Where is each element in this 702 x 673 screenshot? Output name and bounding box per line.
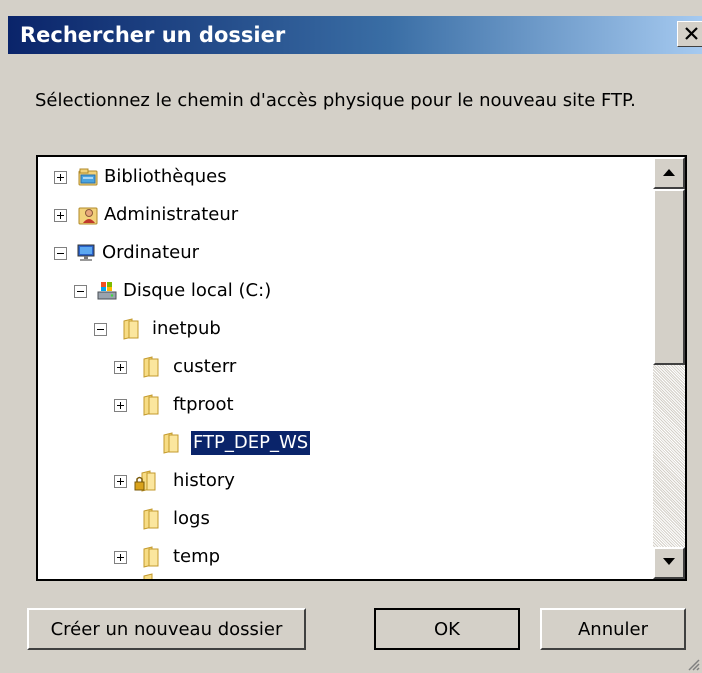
expand-plus-icon[interactable] [114,399,127,412]
tree-item-label: Ordinateur [102,242,200,263]
tree-item-temp[interactable]: temp [38,541,638,575]
tree-item-label-selected: FTP_DEP_WS [191,431,311,455]
user-folder-icon [78,207,98,225]
expand-plus-icon[interactable] [54,171,67,184]
ok-button[interactable]: OK [374,608,520,650]
tree-item-inetpub[interactable]: inetpub [38,313,638,347]
cancel-button[interactable]: Annuler [540,608,686,650]
expand-plus-icon[interactable] [54,209,67,222]
folder-tree-view[interactable]: Bibliothèques Administrateur Ordinateur … [36,155,687,581]
tree-item-ftproot[interactable]: ftproot [38,389,638,423]
browse-folder-dialog: Rechercher un dossier Sélectionnez le ch… [0,0,702,673]
dialog-title: Rechercher un dossier [20,23,286,47]
libraries-icon [78,168,98,186]
tree-item-label: logs [173,508,210,529]
scrollbar-thumb[interactable] [653,189,685,365]
collapse-minus-icon[interactable] [54,247,67,260]
tree-item-label: Disque local (C:) [123,280,272,301]
folder-icon [143,508,159,530]
collapse-minus-icon[interactable] [74,285,87,298]
collapse-minus-icon[interactable] [94,323,107,336]
new-folder-button[interactable]: Créer un nouveau dossier [27,608,306,650]
resize-grip-icon[interactable] [686,657,700,671]
arrow-up-icon [663,169,675,176]
instruction-text: Sélectionnez le chemin d'accès physique … [35,90,636,111]
expand-plus-icon[interactable] [114,361,127,374]
tree-item-label: custerr [173,356,237,377]
expand-plus-icon[interactable] [114,551,127,564]
scroll-up-button[interactable] [653,157,685,189]
folder-icon [143,356,159,378]
local-disk-icon [97,282,117,300]
tree-item-label: ftproot [173,394,234,415]
folder-icon [163,432,179,454]
tree-item-label: history [173,470,235,491]
tree-item-disque-local[interactable]: Disque local (C:) [38,275,638,309]
close-button[interactable] [677,21,702,47]
tree-item-administrateur[interactable]: Administrateur [38,199,638,233]
window-top-edge [0,0,702,16]
tree-item-label: Administrateur [104,204,239,225]
vertical-scrollbar[interactable] [653,157,685,579]
tree-item-custerr[interactable]: custerr [38,351,638,385]
tree-item-ordinateur[interactable]: Ordinateur [38,237,638,271]
arrow-down-icon [663,558,675,565]
tree-item-label: temp [173,546,221,567]
folder-icon [143,546,159,568]
expand-plus-icon[interactable] [114,475,127,488]
tree-item-label: Bibliothèques [104,166,227,187]
title-bar[interactable]: Rechercher un dossier [8,16,702,54]
tree-item-ftp-dep-ws[interactable]: FTP_DEP_WS [38,427,638,461]
computer-icon [77,244,95,261]
folder-icon [143,573,153,579]
tree-item-history[interactable]: history [38,465,638,499]
tree-item-logs[interactable]: logs [38,503,638,537]
locked-folder-icon [134,470,156,492]
close-icon [685,27,698,40]
folder-icon [143,394,159,416]
scroll-down-button[interactable] [653,547,685,579]
tree-item-bibliotheques[interactable]: Bibliothèques [38,161,638,195]
tree-item-label: inetpub [152,318,221,339]
folder-tree: Bibliothèques Administrateur Ordinateur … [38,157,653,579]
folder-icon [123,318,139,340]
